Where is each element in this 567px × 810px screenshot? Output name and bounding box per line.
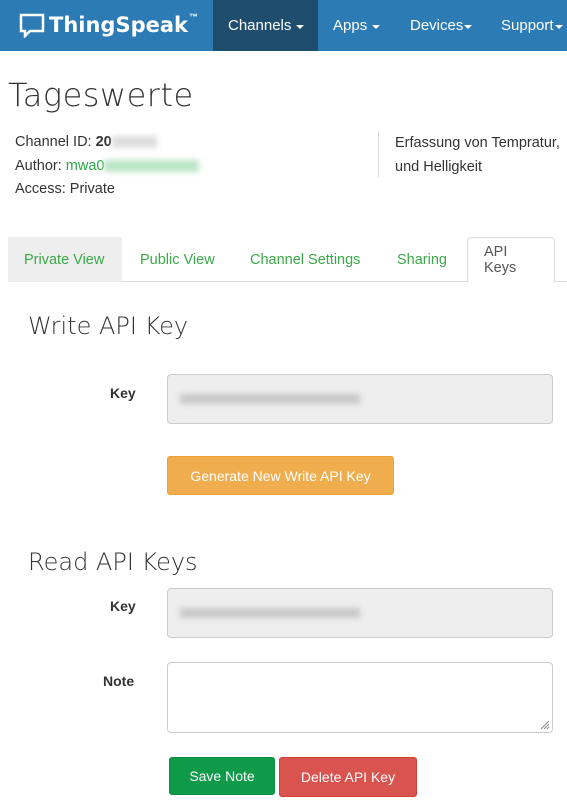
note-label: Note: [103, 673, 135, 689]
nav-channels[interactable]: Channels: [213, 0, 318, 51]
channel-id-label: Channel ID:: [15, 134, 92, 150]
channel-id-value: 20: [95, 134, 112, 150]
caret-down-icon: [464, 24, 473, 29]
channel-tabs: Private View Public View Channel Setting…: [8, 237, 567, 283]
caret-down-icon: [554, 24, 563, 29]
channel-description: Erfassung von Tempratur, und Helligkeit: [378, 131, 567, 177]
brand-name: ThingSpeak: [49, 13, 188, 37]
author-row: Author: mwa0: [15, 155, 200, 179]
brand-logo[interactable]: ThingSpeak ™: [19, 11, 198, 39]
read-api-key-field[interactable]: [167, 588, 553, 638]
access-value: Private: [69, 181, 115, 197]
author-link[interactable]: mwa0: [66, 158, 105, 174]
tab-api-keys[interactable]: API Keys: [467, 237, 555, 283]
access-row: Access: Private: [15, 178, 199, 202]
nav-support-label: Support: [501, 17, 554, 34]
nav-apps[interactable]: Apps: [318, 0, 395, 51]
redacted-channel-id: [111, 136, 157, 149]
tab-private-view[interactable]: Private View: [8, 237, 122, 282]
nav-support[interactable]: Support: [486, 0, 567, 51]
speech-bubble-icon: [19, 13, 45, 38]
save-note-button[interactable]: Save Note: [169, 757, 275, 795]
resize-handle-icon[interactable]: [538, 718, 550, 730]
nav-devices-label: Devices: [410, 17, 464, 34]
redacted-write-key: [180, 394, 360, 404]
trademark-mark: ™: [189, 12, 198, 22]
caret-down-icon: [296, 24, 305, 29]
generate-write-key-button[interactable]: Generate New Write API Key: [167, 456, 394, 495]
nav-devices[interactable]: Devices: [395, 0, 487, 51]
write-api-key-field[interactable]: [167, 374, 553, 424]
nav-channels-label: Channels: [228, 17, 292, 34]
read-key-label: Key: [110, 598, 136, 614]
redacted-author: [104, 159, 200, 172]
tab-channel-settings[interactable]: Channel Settings: [234, 237, 376, 282]
caret-down-icon: [372, 24, 381, 29]
note-textarea[interactable]: [167, 662, 553, 733]
redacted-read-key: [180, 608, 360, 618]
channel-id-row: Channel ID: 20: [15, 131, 199, 155]
channel-meta: Channel ID: 20 Author: mwa0 Access: Priv…: [15, 131, 200, 202]
write-key-label: Key: [110, 385, 136, 401]
top-navbar: ThingSpeak ™ Channels Apps Devices Suppo…: [0, 0, 567, 51]
page-title: Tageswerte: [8, 76, 194, 114]
read-api-keys-heading: Read API Keys: [28, 548, 198, 576]
nav-apps-label: Apps: [333, 17, 368, 34]
author-label: Author:: [15, 157, 62, 174]
tab-public-view[interactable]: Public View: [124, 237, 231, 282]
write-api-key-heading: Write API Key: [28, 312, 189, 340]
tab-sharing[interactable]: Sharing: [381, 237, 463, 282]
access-label: Access:: [15, 181, 66, 197]
delete-api-key-button[interactable]: Delete API Key: [279, 757, 417, 797]
